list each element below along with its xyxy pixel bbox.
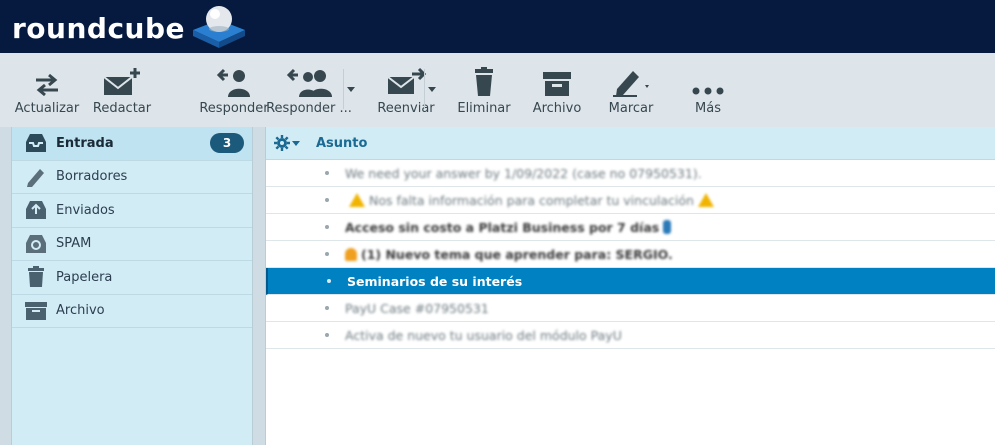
message-subject: PayU Case #07950531 xyxy=(345,300,489,316)
message-list-header: Asunto xyxy=(266,127,995,160)
archive-box-icon xyxy=(542,67,572,97)
emoji-icon xyxy=(663,219,672,234)
folder-spam[interactable]: SPAM xyxy=(12,228,252,261)
message-row[interactable]: Acceso sin costo a Platzi Business por 7… xyxy=(266,214,995,241)
message-row[interactable]: (1) Nuevo tema que aprender para: SERGIO… xyxy=(266,241,995,268)
more-button[interactable]: Más xyxy=(684,67,732,121)
mark-pen-icon xyxy=(611,67,651,97)
column-subject[interactable]: Asunto xyxy=(316,136,367,151)
chevron-down-icon xyxy=(427,86,436,92)
folder-drafts[interactable]: Borradores xyxy=(12,161,252,194)
delete-label: Eliminar xyxy=(457,101,511,116)
list-options-button[interactable] xyxy=(274,135,300,151)
status-dot xyxy=(325,225,329,229)
reply-label: Responder xyxy=(199,101,269,116)
more-label: Más xyxy=(695,101,721,116)
message-subject-wrap: (1) Nuevo tema que aprender para: SERGIO… xyxy=(345,247,673,262)
message-row[interactable]: PayU Case #07950531 xyxy=(266,295,995,322)
status-dot xyxy=(327,279,331,283)
status-dot xyxy=(325,333,329,337)
status-dot xyxy=(325,198,329,202)
mark-label: Marcar xyxy=(608,101,654,116)
folder-label: Enviados xyxy=(56,202,115,218)
reply-all-button[interactable]: Responder ... xyxy=(266,67,352,121)
logo-text: roundcube xyxy=(12,11,186,45)
unread-count-badge: 3 xyxy=(210,133,244,153)
chevron-down-icon xyxy=(292,140,300,146)
folder-label: Papelera xyxy=(56,269,113,285)
refresh-button[interactable]: Actualizar xyxy=(15,67,79,121)
folder-archive[interactable]: Archivo xyxy=(12,295,252,328)
compose-button[interactable]: Redactar xyxy=(91,67,153,121)
message-row[interactable]: Nos falta información para completar tu … xyxy=(266,187,995,214)
inbox-icon xyxy=(24,132,48,154)
warning-icon xyxy=(349,192,365,207)
refresh-label: Actualizar xyxy=(14,101,80,116)
refresh-icon xyxy=(33,67,61,97)
message-list: Asunto We need your answer by 1/09/2022 … xyxy=(265,127,995,445)
status-dot xyxy=(325,306,329,310)
more-dots-icon xyxy=(690,67,726,97)
reply-icon xyxy=(216,67,252,97)
reply-all-dropdown[interactable] xyxy=(343,69,357,109)
gear-icon xyxy=(274,135,290,151)
message-subject: Acceso sin costo a Platzi Business por 7… xyxy=(345,219,660,235)
reply-all-label: Responder ... xyxy=(266,101,352,116)
archive-button[interactable]: Archivo xyxy=(530,67,584,121)
compose-label: Redactar xyxy=(92,101,152,116)
message-row[interactable]: Activa de nuevo tu usuario del módulo Pa… xyxy=(266,322,995,349)
folder-inbox[interactable]: Entrada 3 xyxy=(12,127,252,161)
mark-button[interactable]: Marcar xyxy=(605,67,657,121)
folder-label: SPAM xyxy=(56,236,92,252)
folder-label: Entrada xyxy=(56,135,114,151)
status-dot xyxy=(325,252,329,256)
toolbar: Actualizar Redactar Responder Responder … xyxy=(0,53,995,127)
message-subject: We need your answer by 1/09/2022 (case n… xyxy=(345,165,702,181)
bell-icon xyxy=(345,247,357,261)
reply-button[interactable]: Responder xyxy=(199,67,269,121)
warning-icon xyxy=(697,192,714,207)
status-dot xyxy=(325,171,329,175)
message-row-selected[interactable]: Seminarios de su interés xyxy=(266,268,995,295)
message-subject-wrap: Acceso sin costo a Platzi Business por 7… xyxy=(345,219,672,235)
archive-label: Archivo xyxy=(532,101,582,116)
message-subject: Seminarios de su interés xyxy=(347,273,523,289)
message-subject: Nos falta información para completar tu … xyxy=(369,192,694,208)
sent-icon xyxy=(24,199,48,221)
message-row[interactable]: We need your answer by 1/09/2022 (case n… xyxy=(266,160,995,187)
trash-icon xyxy=(24,266,48,288)
recycle-icon xyxy=(24,233,48,255)
chevron-down-icon xyxy=(346,86,355,92)
archive-box-icon xyxy=(24,300,48,322)
delete-button[interactable]: Eliminar xyxy=(455,67,513,121)
forward-icon xyxy=(386,67,426,97)
folder-label: Archivo xyxy=(56,303,105,319)
folder-sent[interactable]: Enviados xyxy=(12,194,252,228)
message-subject: Activa de nuevo tu usuario del módulo Pa… xyxy=(345,327,622,343)
logo-cube-icon xyxy=(193,6,246,48)
folder-trash[interactable]: Papelera xyxy=(12,261,252,295)
app-header: roundcube xyxy=(0,0,995,53)
folder-list: Entrada 3 Borradores Enviados SPAM Papel… xyxy=(11,127,253,445)
reply-all-icon xyxy=(286,67,332,97)
trash-icon xyxy=(472,67,496,97)
message-subject-wrap: Nos falta información para completar tu … xyxy=(345,192,718,208)
message-subject: (1) Nuevo tema que aprender para: SERGIO… xyxy=(361,246,673,262)
folder-label: Borradores xyxy=(56,169,128,185)
roundcube-logo[interactable]: roundcube xyxy=(12,6,249,48)
pencil-icon xyxy=(24,166,48,188)
compose-icon xyxy=(102,67,142,97)
forward-dropdown[interactable] xyxy=(424,69,438,109)
